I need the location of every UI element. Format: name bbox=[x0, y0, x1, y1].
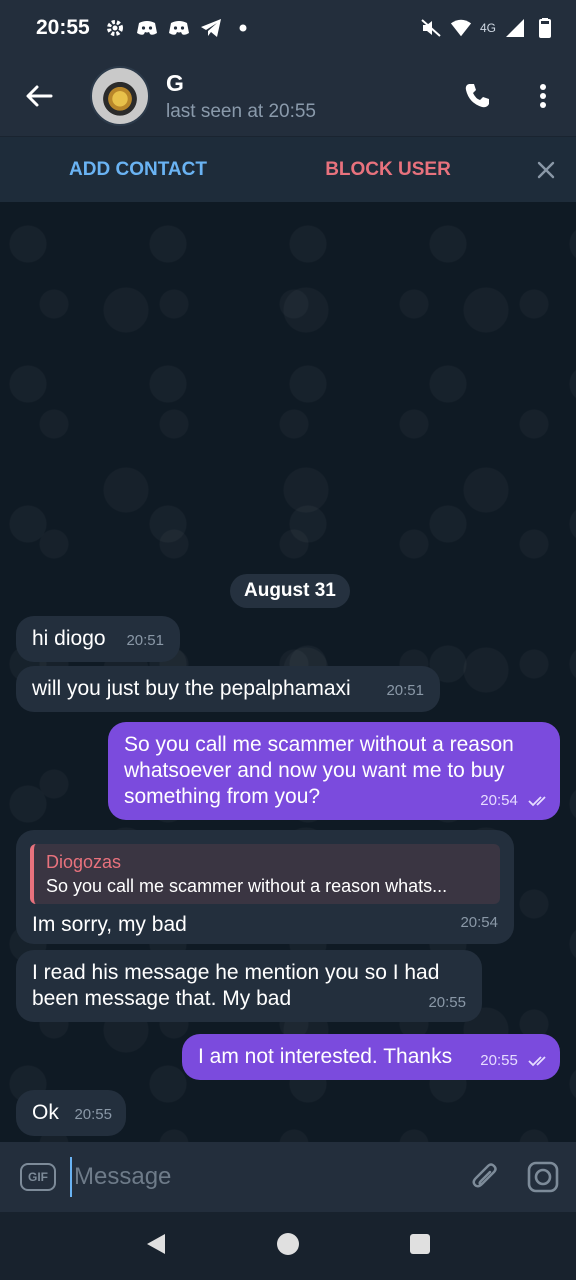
chat-header: G last seen at 20:55 bbox=[0, 56, 576, 136]
last-seen-status: last seen at 20:55 bbox=[166, 100, 316, 122]
more-options-button[interactable] bbox=[510, 56, 576, 136]
arrow-left-icon bbox=[26, 85, 53, 107]
message-text: I read his message he mention you so I h… bbox=[32, 961, 440, 1010]
mute-icon bbox=[420, 17, 442, 39]
date-separator: August 31 bbox=[230, 574, 350, 608]
discord-icon bbox=[168, 17, 190, 39]
contact-action-bar: ADD CONTACT BLOCK USER bbox=[0, 136, 576, 202]
status-notifications bbox=[104, 17, 254, 39]
gif-button[interactable]: GIF bbox=[20, 1163, 56, 1191]
back-button[interactable] bbox=[0, 56, 78, 136]
nav-home-button[interactable] bbox=[276, 1232, 300, 1261]
discord-icon bbox=[136, 17, 158, 39]
paperclip-icon bbox=[472, 1163, 497, 1188]
double-check-icon bbox=[528, 1056, 546, 1067]
quoted-text: So you call me scammer without a reason … bbox=[46, 876, 448, 896]
message-meta: 20:54 bbox=[480, 788, 550, 814]
status-system: 4G bbox=[420, 17, 556, 39]
status-bar: 20:55 4G bbox=[0, 0, 576, 56]
message-incoming-reply[interactable]: Diogozas So you call me scammer without … bbox=[16, 830, 514, 944]
quoted-message[interactable]: Diogozas So you call me scammer without … bbox=[30, 844, 500, 904]
wifi-icon bbox=[450, 17, 472, 39]
message-incoming[interactable]: will you just buy the pepalphamaxi 20:51 bbox=[16, 666, 440, 712]
system-nav-bar bbox=[0, 1212, 576, 1280]
chat-name: G bbox=[166, 69, 184, 96]
camera-icon bbox=[527, 1161, 559, 1193]
phone-icon bbox=[465, 84, 489, 108]
message-time: 20:51 bbox=[126, 632, 164, 649]
nav-back-button[interactable] bbox=[145, 1232, 167, 1261]
close-action-bar-button[interactable] bbox=[516, 161, 576, 179]
quoted-author: Diogozas bbox=[46, 852, 122, 872]
message-incoming[interactable]: hi diogo 20:51 bbox=[16, 616, 180, 662]
add-contact-button[interactable]: ADD CONTACT bbox=[0, 159, 276, 181]
triangle-back-icon bbox=[146, 1233, 165, 1254]
message-time: 20:55 bbox=[428, 994, 466, 1011]
message-composer: GIF bbox=[0, 1142, 576, 1212]
call-button[interactable] bbox=[444, 56, 510, 136]
attach-button[interactable] bbox=[460, 1162, 510, 1192]
message-text: Im sorry, my bad bbox=[32, 913, 187, 936]
message-outgoing[interactable]: I am not interested. Thanks 20:55 bbox=[182, 1034, 560, 1080]
block-user-button[interactable]: BLOCK USER bbox=[276, 159, 500, 181]
nav-recents-button[interactable] bbox=[409, 1233, 431, 1260]
message-time: 20:54 bbox=[480, 792, 518, 809]
message-time: 20:55 bbox=[74, 1106, 112, 1123]
telegram-icon bbox=[200, 17, 222, 39]
message-input[interactable] bbox=[70, 1157, 410, 1197]
gear-icon bbox=[104, 17, 126, 39]
message-text: will you just buy the pepalphamaxi bbox=[32, 677, 351, 700]
message-time: 20:51 bbox=[386, 682, 424, 699]
dot-icon bbox=[232, 17, 254, 39]
avatar[interactable] bbox=[90, 66, 150, 126]
message-meta: 20:55 bbox=[480, 1048, 550, 1074]
camera-button[interactable] bbox=[510, 1161, 576, 1193]
message-outgoing[interactable]: So you call me scammer without a reason … bbox=[108, 722, 560, 820]
message-incoming[interactable]: Ok 20:55 bbox=[16, 1090, 126, 1136]
network-type: 4G bbox=[479, 21, 496, 35]
message-list[interactable]: August 31 hi diogo 20:51 will you just b… bbox=[0, 202, 576, 1142]
status-time: 20:55 bbox=[36, 16, 90, 39]
double-check-icon bbox=[528, 796, 546, 807]
signal-icon bbox=[504, 17, 526, 39]
chat-title-block[interactable]: G last seen at 20:55 bbox=[166, 70, 316, 123]
home-circle-icon bbox=[276, 1232, 299, 1255]
recents-square-icon bbox=[410, 1233, 431, 1254]
battery-icon bbox=[534, 17, 556, 39]
close-icon bbox=[537, 161, 555, 178]
more-vertical-icon bbox=[540, 84, 546, 108]
message-incoming[interactable]: I read his message he mention you so I h… bbox=[16, 950, 482, 1022]
message-time: 20:55 bbox=[480, 1052, 518, 1069]
message-time: 20:54 bbox=[460, 914, 498, 931]
